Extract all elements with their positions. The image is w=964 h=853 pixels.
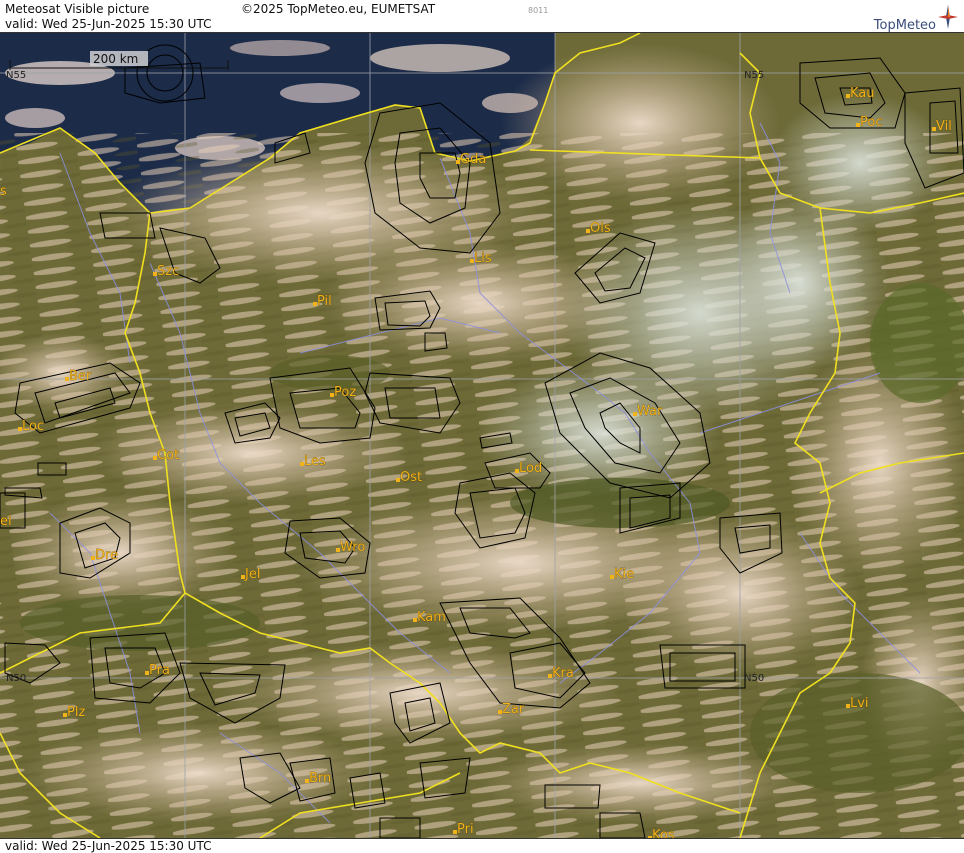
city-label: Poz — [334, 385, 356, 400]
city-s_edge: s — [0, 184, 7, 199]
city-dre: Dre — [91, 548, 118, 563]
city-szc: Szc — [153, 264, 179, 279]
city-label: Ost — [400, 470, 422, 485]
city-label: Lvi — [850, 696, 869, 711]
city-label: Zar — [502, 702, 525, 717]
valid-time-bottom: valid: Wed 25-Jun-2025 15:30 UTC — [5, 839, 212, 853]
city-kau: Kau — [846, 86, 875, 101]
city-cot: Cot — [153, 448, 179, 463]
city-lis: Lis — [470, 251, 492, 266]
city-label: Jel — [244, 567, 260, 582]
valid-time-top: valid: Wed 25-Jun-2025 15:30 UTC — [5, 17, 212, 31]
compass-icon — [938, 5, 958, 29]
page-title: Meteosat Visible picture — [5, 2, 150, 16]
topmeteo-logo: TopMeteo — [848, 3, 958, 33]
city-label: Les — [304, 454, 326, 469]
city-label: Dre — [95, 548, 118, 563]
city-war: War — [633, 404, 663, 419]
city-label: Lis — [474, 251, 492, 266]
city-label: Brn — [309, 771, 331, 786]
image-code: 8011 — [528, 6, 549, 15]
city-poc: Poc — [856, 115, 883, 130]
city-les: Les — [300, 454, 326, 469]
logo-text: TopMeteo — [873, 18, 936, 33]
meteo-map-frame: Meteosat Visible picture ©2025 TopMeteo.… — [0, 0, 964, 853]
city-lod: Lod — [515, 461, 542, 476]
city-lvi: Lvi — [846, 696, 869, 711]
city-label: Kie — [614, 567, 634, 582]
city-loc: Loc — [18, 419, 44, 434]
grid-label-n50-left: N50 — [6, 673, 26, 684]
city-label: Plz — [67, 705, 85, 720]
city-label: War — [637, 404, 663, 419]
footer-bar: valid: Wed 25-Jun-2025 15:30 UTC — [0, 838, 964, 853]
city-label: Gda — [460, 152, 486, 167]
grid-label-n50-right: N50 — [744, 673, 764, 684]
satellite-map[interactable]: N55 N55 N50 N50 200 km Gda Kau Poc Vil Ols Li… — [0, 33, 964, 838]
city-kam: Kam — [413, 610, 446, 625]
city-ols: Ols — [586, 221, 611, 236]
city-ei_edge: ei — [0, 514, 12, 529]
city-label: Pri — [457, 822, 474, 837]
copyright-text: ©2025 TopMeteo.eu, EUMETSAT — [241, 2, 436, 16]
city-label: Kam — [417, 610, 446, 625]
city-poz: Poz — [330, 385, 357, 400]
city-label: Kos — [652, 828, 675, 838]
city-kra: Kra — [548, 666, 574, 681]
city-label: Loc — [22, 419, 44, 434]
grid-label-n55-left: N55 — [6, 70, 26, 81]
grid-label-n55-right: N55 — [744, 70, 764, 81]
city-label: Vil — [936, 119, 952, 134]
city-label: ei — [0, 514, 12, 529]
city-label: Lod — [519, 461, 542, 476]
city-kos: Kos — [648, 828, 675, 838]
city-label: Ols — [590, 221, 611, 236]
city-wro: Wro — [336, 540, 366, 555]
city-label: Pil — [317, 294, 332, 309]
city-label: Poc — [860, 115, 882, 130]
city-label: Kra — [552, 666, 574, 681]
city-label: Ber — [69, 369, 92, 384]
city-pra: Pra — [145, 663, 170, 678]
city-label: Szc — [157, 264, 179, 279]
city-gda: Gda — [456, 152, 486, 167]
city-ost: Ost — [396, 470, 422, 485]
scale-label: 200 km — [93, 52, 138, 66]
city-label: Wro — [340, 540, 365, 555]
city-label: Pra — [149, 663, 170, 678]
city-pri: Pri — [453, 822, 474, 837]
city-ber: Ber — [65, 369, 92, 384]
city-kie: Kie — [610, 567, 634, 582]
city-brn: Brn — [305, 771, 331, 786]
city-label: Kau — [850, 86, 875, 101]
city-label: s — [0, 184, 7, 199]
city-zar: Zar — [498, 702, 525, 717]
city-label: Cot — [157, 448, 179, 463]
city-plz: Plz — [63, 705, 86, 720]
header-bar: Meteosat Visible picture ©2025 TopMeteo.… — [0, 0, 964, 33]
